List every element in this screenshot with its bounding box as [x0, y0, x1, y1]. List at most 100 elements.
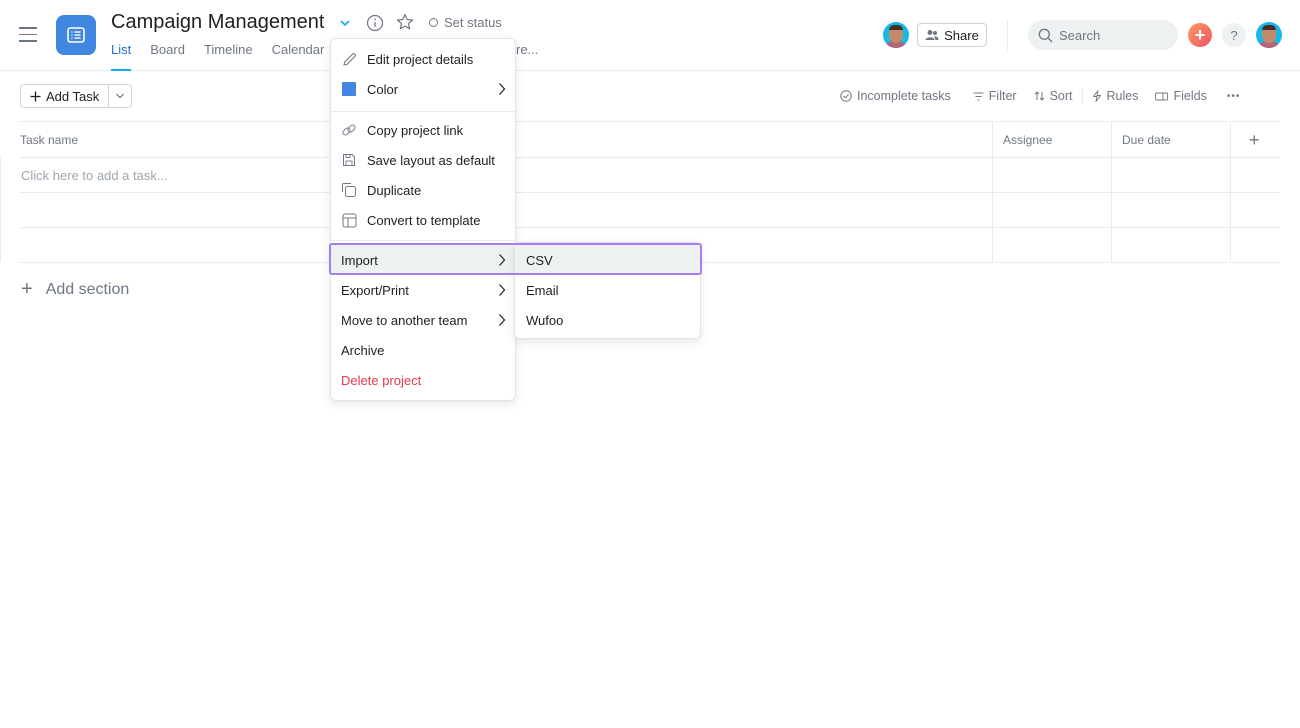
table-header-border	[20, 157, 1280, 158]
menu-item-duplicate[interactable]: Duplicate	[331, 175, 515, 205]
menu-item-label: Import	[341, 252, 378, 268]
import-submenu: CSV Email Wufoo	[514, 242, 701, 339]
more-options-button[interactable]: •••	[1227, 91, 1241, 102]
sort-label: Sort	[1049, 89, 1073, 103]
filter-button[interactable]: Filter	[973, 89, 1017, 103]
menu-item-import[interactable]: Import	[331, 245, 515, 275]
check-circle-icon	[840, 90, 852, 102]
column-header-task-name[interactable]: Task name	[20, 133, 78, 147]
menu-item-label: Move to another team	[341, 312, 468, 328]
save-icon	[341, 152, 357, 168]
search-placeholder: Search	[1059, 27, 1101, 43]
chevron-down-icon	[116, 93, 125, 99]
help-button[interactable]: ?	[1222, 23, 1246, 47]
menu-item-edit-project-details[interactable]: Edit project details	[331, 44, 515, 74]
add-task-row[interactable]: Click here to add a task...	[21, 168, 168, 183]
submenu-item-email[interactable]: Email	[515, 275, 700, 305]
people-icon	[925, 30, 939, 40]
column-header-due-date[interactable]: Due date	[1122, 133, 1171, 147]
menu-item-label: Color	[367, 81, 399, 97]
add-task-dropdown[interactable]	[109, 85, 131, 107]
menu-item-label: Copy project link	[367, 122, 464, 138]
chevron-right-icon	[499, 284, 506, 296]
sort-icon	[1034, 91, 1044, 101]
set-status-label: Set status	[444, 15, 502, 30]
left-edge-divider	[0, 158, 1, 262]
menu-item-color[interactable]: Color	[331, 74, 515, 104]
chevron-right-icon	[499, 254, 506, 266]
set-status-button[interactable]: Set status	[429, 15, 502, 30]
add-section-button[interactable]: + Add section	[21, 278, 129, 301]
menu-item-label: Duplicate	[367, 182, 422, 198]
tab-list[interactable]: List	[111, 42, 132, 71]
filter-label: Filter	[988, 89, 1017, 103]
add-column-button[interactable]: +	[1249, 130, 1260, 151]
lightning-icon	[1092, 90, 1101, 102]
menu-item-label: Save layout as default	[367, 152, 495, 168]
menu-item-save-layout-as-default[interactable]: Save layout as default	[331, 145, 515, 175]
view-tabs: List Board Timeline Calendar	[111, 42, 343, 71]
incomplete-tasks-button[interactable]: Incomplete tasks	[840, 89, 951, 103]
toolbar-divider	[1081, 88, 1083, 104]
menu-item-label: Delete project	[341, 372, 422, 388]
tab-board[interactable]: Board	[150, 42, 185, 71]
menu-item-archive[interactable]: Archive	[331, 335, 515, 365]
row-border	[20, 227, 1280, 228]
rules-button[interactable]: Rules	[1092, 89, 1139, 103]
search-input[interactable]: Search	[1028, 20, 1178, 50]
column-header-assignee[interactable]: Assignee	[1003, 133, 1052, 147]
menu-item-delete-project[interactable]: Delete project	[331, 365, 515, 395]
menu-divider	[331, 111, 515, 112]
column-divider	[1111, 121, 1112, 262]
fields-button[interactable]: Fields	[1155, 89, 1207, 103]
project-title[interactable]: Campaign Management	[111, 11, 324, 34]
star-icon[interactable]	[396, 13, 414, 31]
header-divider	[1007, 20, 1008, 50]
menu-item-export-print[interactable]: Export/Print	[331, 275, 515, 305]
pencil-icon	[341, 51, 357, 67]
status-dot-icon	[429, 18, 438, 27]
menu-item-label: Archive	[341, 342, 385, 358]
add-task-button[interactable]: Add Task	[21, 85, 110, 107]
info-icon[interactable]	[366, 14, 384, 32]
submenu-item-csv[interactable]: CSV	[515, 245, 700, 275]
view-toolbar: Incomplete tasks Filter Sort Rules Field…	[840, 88, 1240, 104]
share-button[interactable]: Share	[917, 23, 987, 47]
color-swatch-icon	[341, 81, 357, 97]
template-icon	[341, 212, 357, 228]
menu-item-label: Edit project details	[367, 51, 474, 67]
duplicate-icon	[341, 182, 357, 198]
rules-label: Rules	[1106, 89, 1139, 103]
menu-item-label: Export/Print	[341, 282, 409, 298]
link-icon	[341, 122, 357, 138]
submenu-item-wufoo[interactable]: Wufoo	[515, 305, 700, 335]
table-top-border	[20, 121, 1280, 122]
chevron-down-icon[interactable]	[337, 15, 353, 31]
add-section-label: Add section	[45, 280, 130, 298]
hamburger-menu-icon[interactable]	[19, 27, 37, 42]
plus-icon	[30, 91, 41, 101]
user-avatar[interactable]	[1256, 22, 1282, 48]
tab-more[interactable]: re...	[516, 42, 538, 57]
add-task-label: Add Task	[46, 88, 100, 104]
menu-item-move-to-another-team[interactable]: Move to another team	[331, 305, 515, 335]
plus-icon: +	[21, 278, 33, 300]
fields-label: Fields	[1173, 89, 1207, 103]
project-list-icon	[56, 15, 96, 55]
project-member-avatar[interactable]	[883, 22, 909, 48]
tab-calendar[interactable]: Calendar	[272, 42, 325, 71]
row-border	[20, 192, 1280, 193]
quick-add-button[interactable]: +	[1188, 23, 1212, 47]
menu-item-convert-to-template[interactable]: Convert to template	[331, 205, 515, 235]
tab-timeline[interactable]: Timeline	[204, 42, 253, 71]
menu-item-copy-project-link[interactable]: Copy project link	[331, 115, 515, 145]
top-bar: Campaign Management Set status List Boar…	[0, 0, 1300, 71]
share-label: Share	[944, 27, 979, 43]
project-actions-menu: Edit project details Color Copy project …	[330, 38, 516, 401]
sort-button[interactable]: Sort	[1034, 89, 1073, 103]
column-divider	[992, 121, 993, 262]
column-divider	[1230, 121, 1231, 262]
chevron-right-icon	[499, 83, 506, 95]
chevron-right-icon	[499, 314, 506, 326]
menu-divider	[331, 240, 515, 241]
